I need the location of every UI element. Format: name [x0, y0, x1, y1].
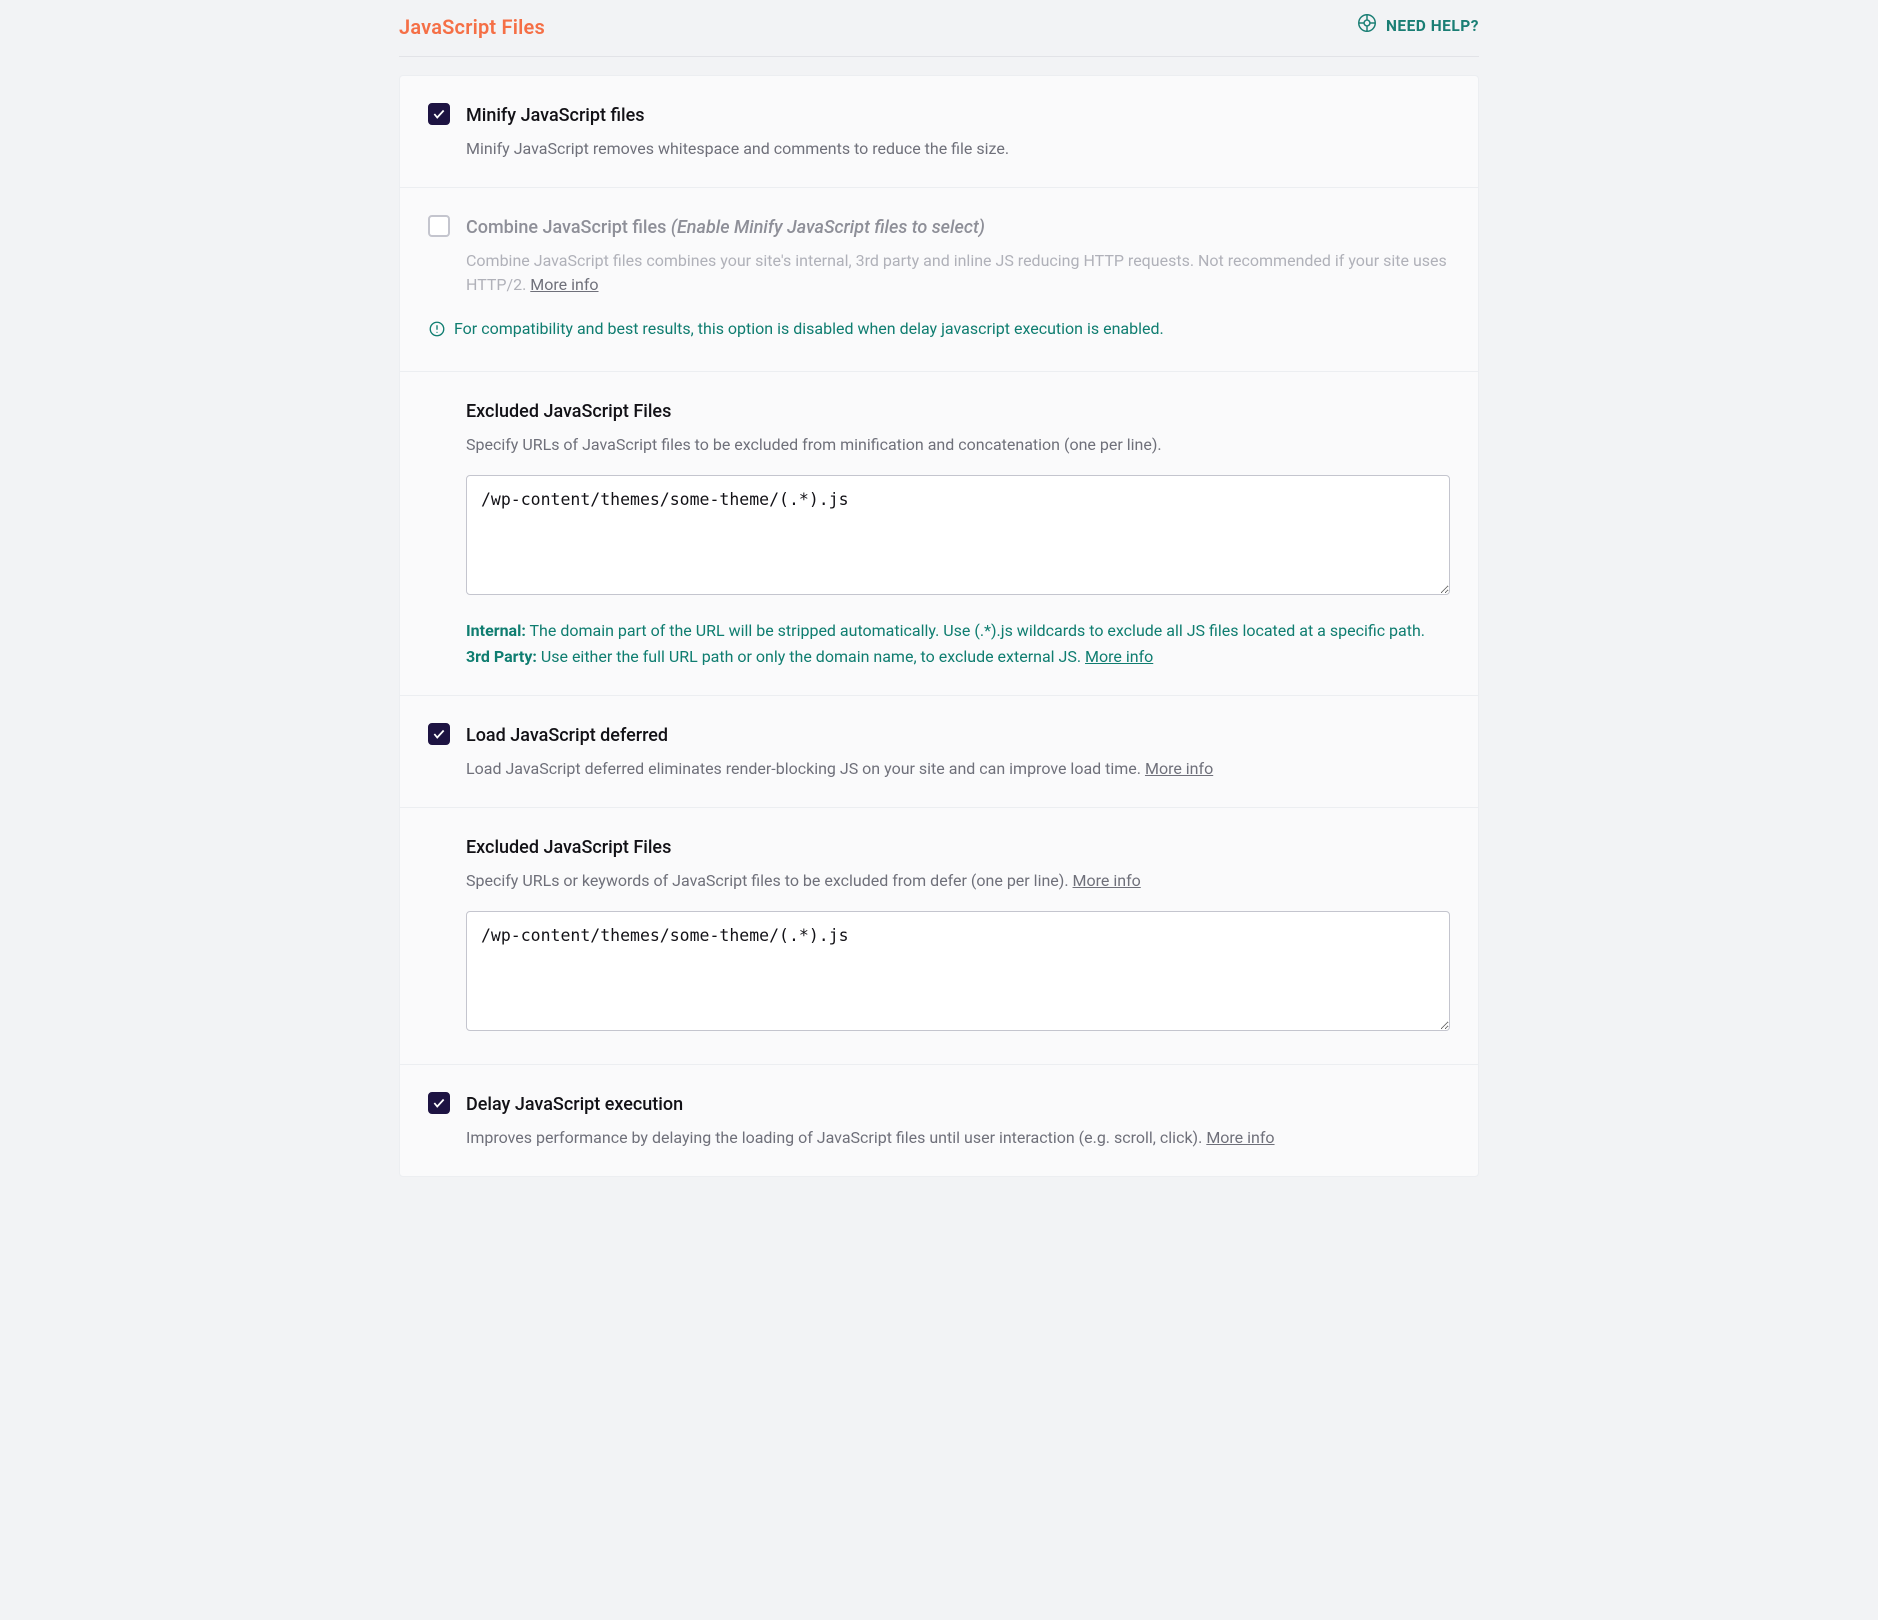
excluded-defer-heading: Excluded JavaScript Files: [466, 834, 1450, 861]
info-internal-text: The domain part of the URL will be strip…: [526, 621, 1425, 640]
combine-title: Combine JavaScript files (Enable Minify …: [466, 214, 1450, 241]
option-defer: Load JavaScript deferred Load JavaScript…: [400, 696, 1478, 808]
excluded-minify-more-link[interactable]: More info: [1085, 647, 1153, 666]
info-third-label: 3rd Party:: [466, 647, 537, 666]
need-help-label: NEED HELP?: [1386, 15, 1479, 38]
delay-more-link[interactable]: More info: [1206, 1128, 1274, 1147]
js-files-panel: Minify JavaScript files Minify JavaScrip…: [399, 75, 1479, 1177]
info-third-text: Use either the full URL path or only the…: [537, 647, 1085, 666]
excluded-defer-block: Excluded JavaScript Files Specify URLs o…: [400, 808, 1478, 1065]
combine-more-link[interactable]: More info: [530, 275, 598, 294]
option-combine: Combine JavaScript files (Enable Minify …: [400, 188, 1478, 372]
minify-desc: Minify JavaScript removes whitespace and…: [466, 137, 1450, 161]
defer-desc: Load JavaScript deferred eliminates rend…: [466, 757, 1450, 781]
defer-more-link[interactable]: More info: [1145, 759, 1213, 778]
help-icon: [1356, 12, 1378, 41]
excluded-defer-desc-more-link[interactable]: More info: [1073, 871, 1141, 890]
excluded-minify-desc: Specify URLs of JavaScript files to be e…: [466, 433, 1450, 457]
option-minify: Minify JavaScript files Minify JavaScrip…: [400, 76, 1478, 188]
option-delay: Delay JavaScript execution Improves perf…: [400, 1065, 1478, 1176]
minify-title: Minify JavaScript files: [466, 102, 1450, 129]
delay-checkbox[interactable]: [428, 1092, 450, 1114]
combine-desc: Combine JavaScript files combines your s…: [466, 249, 1450, 297]
excluded-minify-block: Excluded JavaScript Files Specify URLs o…: [400, 372, 1478, 696]
section-header: JavaScript Files NEED HELP?: [399, 0, 1479, 57]
need-help-link[interactable]: NEED HELP?: [1356, 12, 1479, 41]
excluded-minify-textarea[interactable]: [466, 475, 1450, 595]
combine-hint: (Enable Minify JavaScript files to selec…: [671, 217, 985, 238]
excluded-minify-heading: Excluded JavaScript Files: [466, 398, 1450, 425]
defer-checkbox[interactable]: [428, 723, 450, 745]
excluded-defer-textarea[interactable]: [466, 911, 1450, 1031]
delay-desc: Improves performance by delaying the loa…: [466, 1126, 1450, 1150]
combine-notice: For compatibility and best results, this…: [428, 317, 1450, 345]
section-title: JavaScript Files: [399, 12, 545, 42]
excluded-defer-desc: Specify URLs or keywords of JavaScript f…: [466, 869, 1450, 893]
delay-title: Delay JavaScript execution: [466, 1091, 1450, 1118]
minify-checkbox[interactable]: [428, 103, 450, 125]
combine-checkbox: [428, 215, 450, 237]
info-internal-label: Internal:: [466, 621, 526, 640]
excluded-minify-info: Internal: The domain part of the URL wil…: [466, 618, 1450, 669]
combine-notice-text: For compatibility and best results, this…: [454, 317, 1164, 341]
defer-title: Load JavaScript deferred: [466, 722, 1450, 749]
alert-icon: [428, 317, 446, 345]
